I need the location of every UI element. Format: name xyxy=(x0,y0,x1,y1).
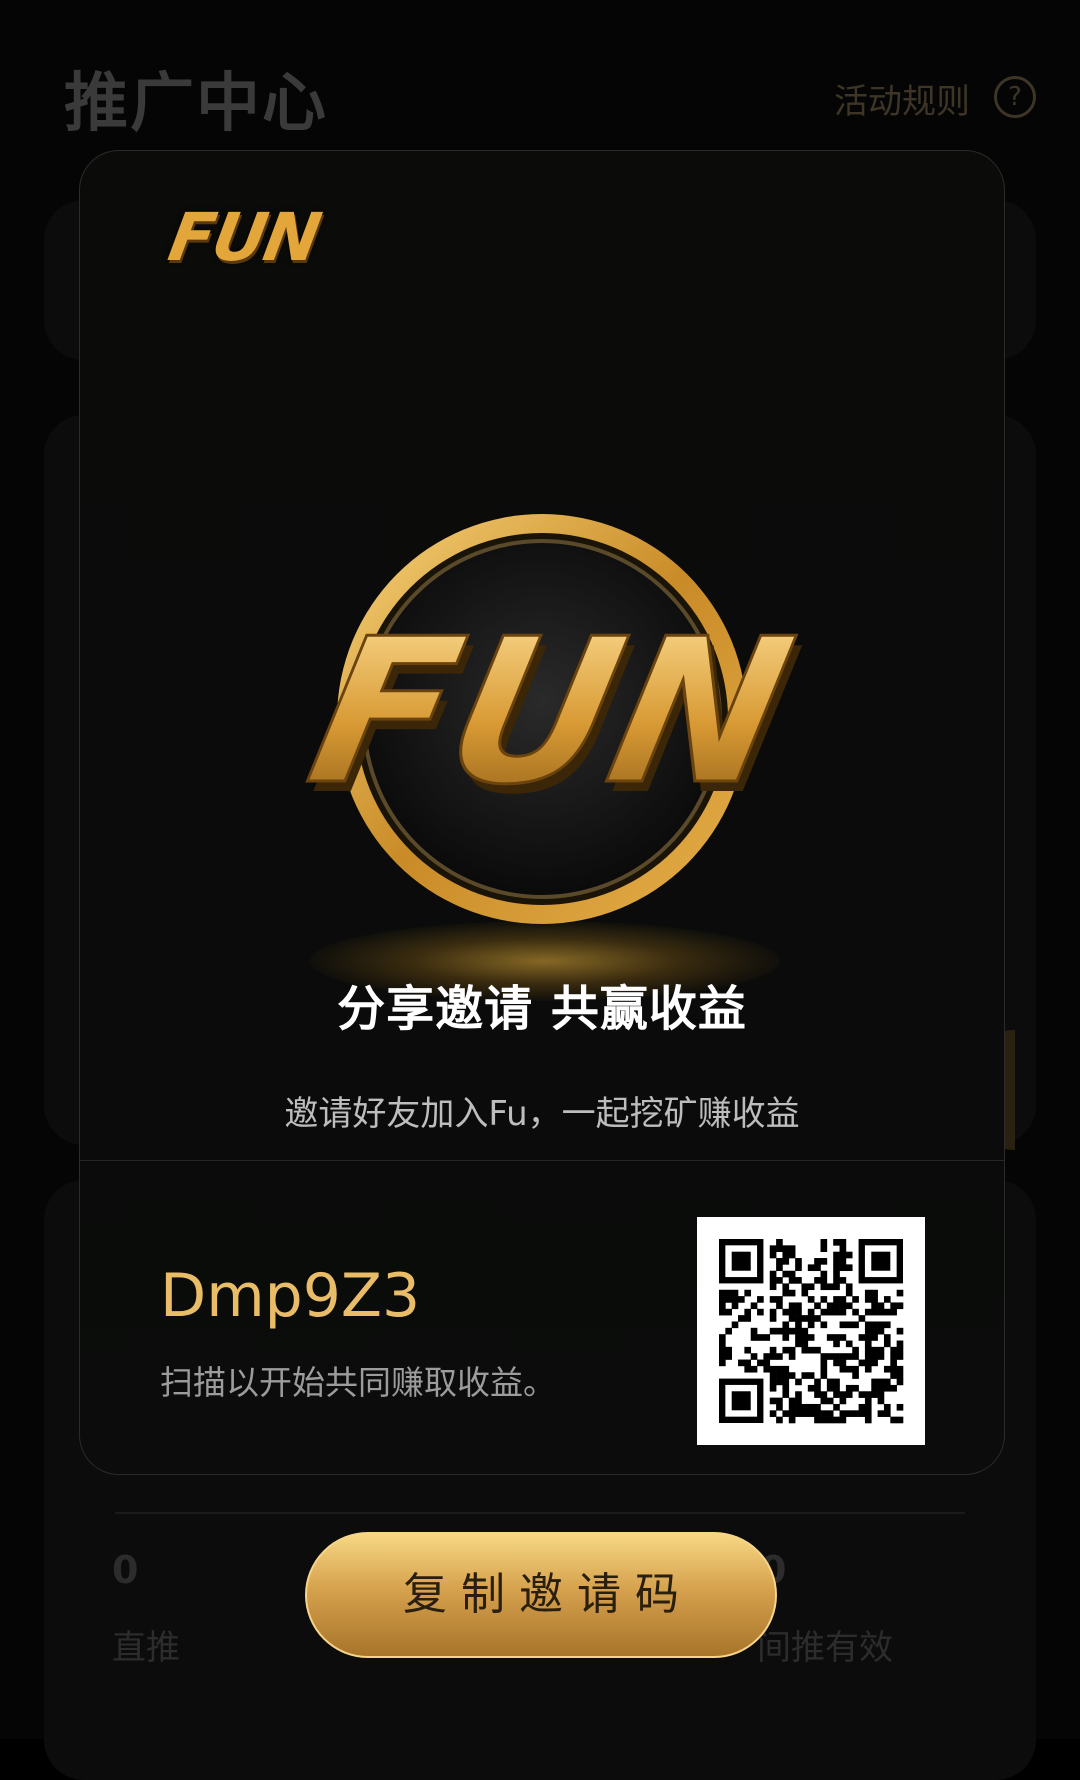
scan-hint: 扫描以开始共同赚取收益。 xyxy=(160,1363,556,1402)
stats-divider xyxy=(115,1512,965,1514)
brand-logo: FUN xyxy=(163,199,325,276)
modal-divider xyxy=(80,1160,1004,1161)
invite-qr-code xyxy=(697,1217,925,1445)
stat-direct-label: 直推 xyxy=(112,1628,180,1668)
page-title: 推广中心 xyxy=(64,67,328,141)
fun-coin-logo: FUN FUN xyxy=(292,514,815,924)
stat-indirect-label: 间推有效 xyxy=(757,1628,893,1668)
help-icon[interactable]: ? xyxy=(994,76,1036,118)
copy-invite-code-button[interactable]: 复制邀请码 xyxy=(305,1532,777,1658)
headline: 分享邀请 共赢收益 xyxy=(337,981,747,1037)
invite-share-card: FUN FUN FUN 分享邀请 共赢收益 邀请好友加入Fu，一起挖矿赚收益 D… xyxy=(79,150,1005,1475)
stat-direct-value: 0 xyxy=(112,1548,139,1592)
activity-rules-link[interactable]: 活动规则 xyxy=(834,74,970,123)
svg-text:FUN: FUN xyxy=(293,595,809,828)
subline: 邀请好友加入Fu，一起挖矿赚收益 xyxy=(284,1094,800,1134)
invite-code: Dmp9Z3 xyxy=(160,1261,421,1331)
